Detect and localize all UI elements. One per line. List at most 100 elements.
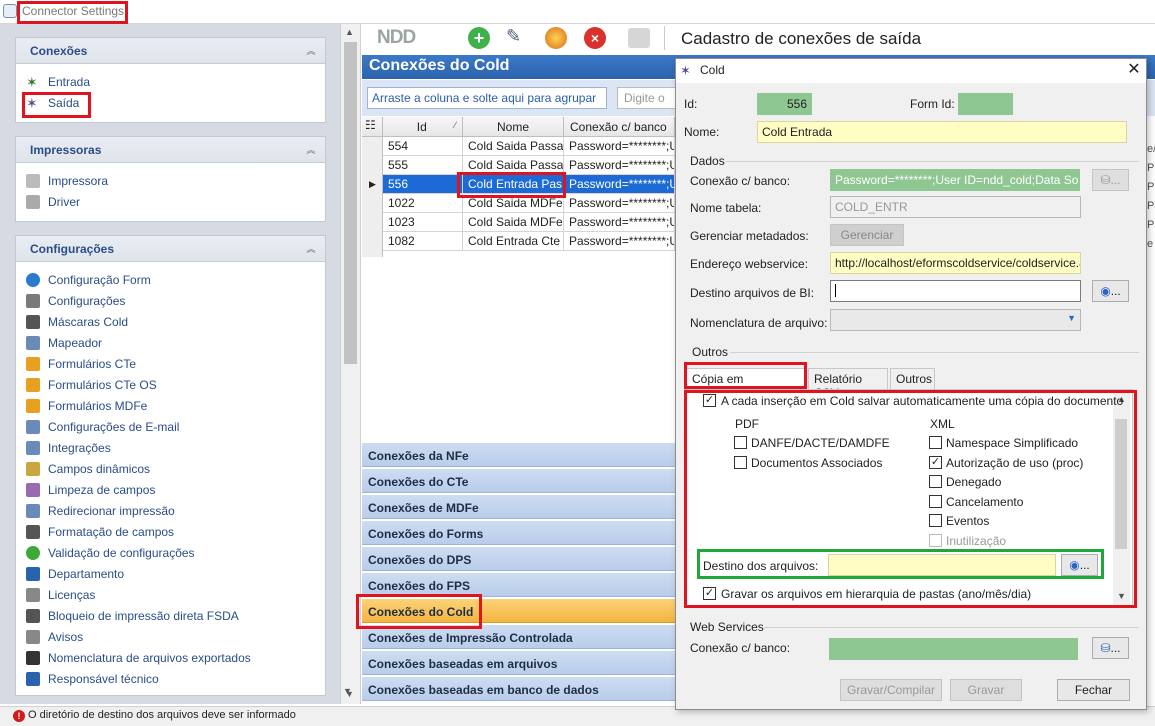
gravar-button[interactable]: Gravar <box>950 679 1022 701</box>
table-row[interactable]: 1023 Cold Saida MDFe Password=********;U <box>362 213 675 232</box>
group-configuracoes-header[interactable]: Configurações ︽ <box>16 236 325 262</box>
table-row[interactable]: 1082 Cold Entrada Cte Password=********;U <box>362 232 675 251</box>
sidebar-item-licen-as[interactable]: Licenças <box>26 585 95 605</box>
sidebar-item-formul-rios-cte[interactable]: Formulários CTe <box>26 354 136 374</box>
sidebar-item-limpeza-de-campos[interactable]: Limpeza de campos <box>26 480 155 500</box>
tab-page-scrollbar[interactable]: ▲ ▼ <box>1113 391 1130 605</box>
scroll-down-icon[interactable]: ▼ <box>343 686 352 696</box>
ws-conexao-browse-button[interactable]: ⛁... <box>1092 637 1129 659</box>
scroll-up-icon[interactable]: ▲ <box>345 27 354 37</box>
gerenciar-button[interactable]: Gerenciar <box>830 224 904 246</box>
table-row[interactable]: 556 Cold Entrada Pas Password=********;U <box>362 175 675 194</box>
filter-input[interactable]: Digite o n <box>617 87 677 109</box>
destino-arquivos-field[interactable] <box>828 554 1056 576</box>
sidebar-item-driver[interactable]: Driver <box>26 192 80 212</box>
gravar-compilar-button[interactable]: Gravar/Compilar <box>840 679 942 701</box>
checkbox[interactable] <box>929 514 942 527</box>
cell-conexao: Password=********;U <box>564 175 675 194</box>
group-drop-area[interactable]: Arraste a coluna e solte aqui para agrup… <box>367 87 607 109</box>
sidebar-item-saida[interactable]: ✶ Saída <box>26 93 79 113</box>
checkbox[interactable] <box>929 436 942 449</box>
add-icon[interactable]: + <box>468 27 490 49</box>
tab-copia-repositorio[interactable]: Cópia em repositório <box>686 368 805 400</box>
sidebar-item-redirecionar-impress-o[interactable]: Redirecionar impressão <box>26 501 175 521</box>
sidebar-item-formata-o-de-campos[interactable]: Formatação de campos <box>26 522 174 542</box>
collapse-icon[interactable]: ︽ <box>305 144 317 156</box>
checkbox-label: Denegado <box>946 475 1002 489</box>
sidebar-item-mapeador[interactable]: Mapeador <box>26 333 102 353</box>
edit-pencil-icon[interactable]: ✎ <box>506 26 532 50</box>
tab-outros[interactable]: Outros <box>890 368 935 389</box>
column-header-id[interactable]: Id ⁄ <box>383 117 463 137</box>
table-row[interactable]: 554 Cold Saida Passa Password=********;U <box>362 137 675 156</box>
table-row[interactable]: 1022 Cold Saida MDFe Password=********;U <box>362 194 675 213</box>
cell-nome: Cold Entrada Cte <box>463 232 564 251</box>
accordion-item-5[interactable]: Conexões do FPS <box>362 572 675 597</box>
accordion-item-8[interactable]: Conexões baseadas em arquivos <box>362 650 675 675</box>
collapse-icon[interactable]: ︽ <box>305 243 317 255</box>
sidebar-item-m-scaras-cold[interactable]: Máscaras Cold <box>26 312 128 332</box>
accordion-item-1[interactable]: Conexões do CTe <box>362 468 675 493</box>
chevron-down-icon[interactable]: ▼ <box>1067 313 1076 323</box>
hierarquia-checkbox[interactable]: ✓ <box>703 587 716 600</box>
table-row[interactable]: 555 Cold Saida Passa Password=********;U <box>362 156 675 175</box>
sidebar-item-configura-o-form[interactable]: Configuração Form <box>26 270 151 290</box>
auto-copy-label: A cada inserção em Cold salvar automatic… <box>721 394 1124 408</box>
dialog-title: Cold <box>700 63 725 77</box>
settings-gear-icon[interactable] <box>545 27 567 49</box>
sidebar-item-avisos[interactable]: Avisos <box>26 627 83 647</box>
delete-icon[interactable]: × <box>584 27 606 49</box>
accordion-item-9[interactable]: Conexões baseadas em banco de dados <box>362 676 675 701</box>
scroll-down-icon[interactable]: ▼ <box>1117 591 1126 601</box>
sidebar-item-departamento[interactable]: Departamento <box>26 564 124 584</box>
fechar-button[interactable]: Fechar <box>1057 679 1130 701</box>
group-impressoras-header[interactable]: Impressoras ︽ <box>16 137 325 163</box>
tab-relatorio-csv[interactable]: Relatório CSV <box>808 368 888 400</box>
navigation-scrollbar[interactable]: ▲ ▼ <box>340 24 361 704</box>
conexao-field[interactable]: Password=********;User ID=ndd_cold;Data … <box>830 169 1080 191</box>
checkbox[interactable]: ✓ <box>929 455 942 469</box>
sidebar-item-integra-es[interactable]: Integrações <box>26 438 111 458</box>
scroll-thumb[interactable] <box>1115 419 1127 549</box>
conexao-browse-button[interactable]: ⛁... <box>1092 169 1129 191</box>
accordion-item-4[interactable]: Conexões do DPS <box>362 546 675 571</box>
webservice-field[interactable]: http://localhost/eformscoldservice/colds… <box>830 252 1081 274</box>
checkbox[interactable] <box>929 533 942 547</box>
ws-conexao-field[interactable] <box>829 638 1078 660</box>
accordion-item-0[interactable]: Conexões da NFe <box>362 442 675 467</box>
sidebar-item-impressora[interactable]: Impressora <box>26 171 108 191</box>
sidebar-item-bloqueio-de-impress-o-direta-fsda[interactable]: Bloqueio de impressão direta FSDA <box>26 606 239 626</box>
sidebar-item-valida-o-de-configura-es[interactable]: Validação de configurações <box>26 543 195 563</box>
accordion-item-3[interactable]: Conexões do Forms <box>362 520 675 545</box>
accordion-item-7[interactable]: Conexões de Impressão Controlada <box>362 624 675 649</box>
checkbox[interactable] <box>929 494 942 508</box>
accordion-item-2[interactable]: Conexões de MDFe <box>362 494 675 519</box>
checkbox[interactable] <box>734 456 747 469</box>
close-icon[interactable]: ✕ <box>1124 60 1144 80</box>
group-conexoes-header[interactable]: Conexões ︽ <box>16 38 325 64</box>
sidebar-item-entrada[interactable]: ✶ Entrada <box>26 72 90 92</box>
checkbox[interactable] <box>734 436 747 449</box>
column-chooser-icon[interactable]: ☷ <box>362 117 383 137</box>
collapse-icon[interactable]: ︽ <box>305 45 317 57</box>
destino-arquivos-browse-button[interactable]: ◉... <box>1061 554 1098 576</box>
sidebar-item-formul-rios-cte-os[interactable]: Formulários CTe OS <box>26 375 157 395</box>
browse-label: ... <box>1110 641 1121 655</box>
sidebar-item-campos-din-micos[interactable]: Campos dinâmicos <box>26 459 150 479</box>
nome-field[interactable]: Cold Entrada <box>757 121 1127 143</box>
error-icon: ! <box>13 710 25 722</box>
accordion-item-6[interactable]: Conexões do Cold <box>362 598 675 623</box>
scroll-thumb[interactable] <box>344 42 357 364</box>
checkbox[interactable] <box>929 475 942 488</box>
column-header-conexao[interactable]: Conexão c/ banco <box>564 117 675 137</box>
sidebar-item-formul-rios-mdfe[interactable]: Formulários MDFe <box>26 396 147 416</box>
sidebar-item-configura-es-de-e-mail[interactable]: Configurações de E-mail <box>26 417 179 437</box>
column-header-nome[interactable]: Nome <box>463 117 564 137</box>
destino-bi-browse-button[interactable]: ◉... <box>1092 280 1129 302</box>
nomenclatura-select[interactable]: ▼ <box>830 309 1081 331</box>
auto-copy-checkbox[interactable]: ✓ <box>703 394 716 407</box>
destino-bi-field[interactable] <box>830 280 1081 302</box>
sidebar-item-nomenclatura-de-arquivos-exportados[interactable]: Nomenclatura de arquivos exportados <box>26 648 251 668</box>
sidebar-item-respons-vel-t-cnico[interactable]: Responsável técnico <box>26 669 159 689</box>
sidebar-item-configura-es[interactable]: Configurações <box>26 291 125 311</box>
